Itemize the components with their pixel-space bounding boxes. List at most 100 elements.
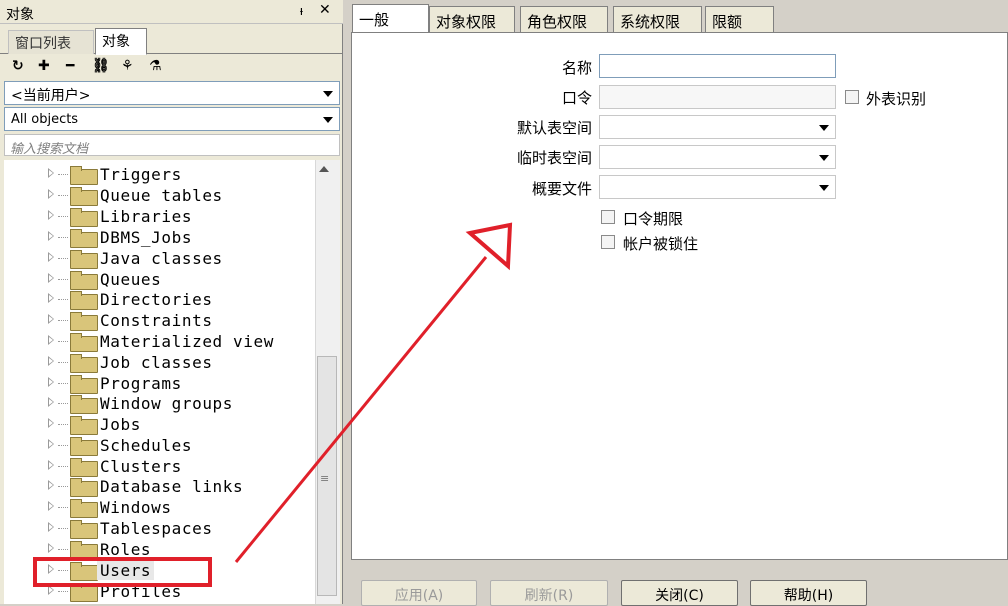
expand-icon[interactable]: [48, 335, 54, 345]
apply-button[interactable]: 应用(A): [361, 580, 477, 606]
panel-title: 对象: [6, 7, 34, 23]
filter-edit-icon[interactable]: ⚗: [149, 58, 162, 74]
folder-icon: [70, 583, 98, 602]
panel-header: 对象 ᵼ ✕: [0, 0, 343, 24]
tree-node-schedules[interactable]: Schedules: [4, 435, 315, 456]
remove-icon[interactable]: ━: [66, 58, 74, 74]
tree-node-label: Libraries: [100, 207, 193, 226]
tree-node-clusters[interactable]: Clusters: [4, 456, 315, 477]
expand-icon[interactable]: [48, 273, 54, 283]
tab-quotas[interactable]: 限额: [705, 6, 774, 32]
default-tablespace-select[interactable]: [599, 115, 836, 139]
expand-icon[interactable]: [48, 231, 54, 241]
tab-general[interactable]: 一般: [352, 4, 429, 33]
general-tab-page: [351, 32, 1008, 560]
search-input[interactable]: 输入搜索文档: [4, 134, 340, 157]
expand-icon[interactable]: [48, 293, 54, 303]
profile-label: 概要文件: [531, 180, 592, 198]
tree-node-label: Queues: [100, 270, 162, 289]
tree-node-libraries[interactable]: Libraries: [4, 206, 315, 227]
password-input[interactable]: [599, 85, 836, 109]
account-locked-checkbox[interactable]: [601, 235, 615, 249]
tree-node-queues[interactable]: Queues: [4, 269, 315, 290]
folder-icon: [70, 271, 98, 290]
tree-node-queue-tables[interactable]: Queue tables: [4, 185, 315, 206]
refresh-icon[interactable]: ↻: [12, 58, 24, 74]
panel-tabs: 窗口列表 对象: [0, 24, 343, 55]
tree-node-label: Windows: [100, 498, 172, 517]
pin-icon[interactable]: ᵼ: [300, 3, 303, 19]
user-select[interactable]: <当前用户>: [4, 81, 340, 105]
tab-object-privileges[interactable]: 对象权限: [429, 6, 515, 32]
scroll-up-icon[interactable]: [319, 166, 329, 172]
temp-tablespace-label: 临时表空间: [516, 149, 592, 167]
folder-icon: [70, 229, 98, 248]
tree-node-triggers[interactable]: Triggers: [4, 164, 315, 185]
tree-node-tablespaces[interactable]: Tablespaces: [4, 518, 315, 539]
folder-icon: [70, 395, 98, 414]
tree-node-label: Queue tables: [100, 186, 223, 205]
tree-node-label: Clusters: [100, 457, 182, 476]
tree-node-label: Directories: [100, 290, 213, 309]
tree-node-windows[interactable]: Windows: [4, 497, 315, 518]
scroll-grip-icon: ≡: [320, 472, 330, 485]
expand-icon[interactable]: [48, 439, 54, 449]
tree-node-window-groups[interactable]: Window groups: [4, 393, 315, 414]
folder-icon: [70, 478, 98, 497]
expand-icon[interactable]: [48, 480, 54, 490]
profile-select[interactable]: [599, 175, 836, 199]
expand-icon[interactable]: [48, 189, 54, 199]
expand-icon[interactable]: [48, 314, 54, 324]
tree-node-materialized-view[interactable]: Materialized view: [4, 331, 315, 352]
user-select-value: <当前用户>: [11, 88, 91, 104]
expand-icon[interactable]: [48, 168, 54, 178]
object-toolbar: ↻ ✚ ━ ⛓ ⚘ ⚗: [0, 56, 343, 80]
help-button[interactable]: 帮助(H): [750, 580, 867, 606]
external-checkbox[interactable]: [845, 90, 859, 104]
tab-window-list[interactable]: 窗口列表: [8, 30, 94, 54]
close-icon[interactable]: ✕: [319, 2, 331, 18]
expand-icon[interactable]: [48, 418, 54, 428]
temp-tablespace-select[interactable]: [599, 145, 836, 169]
filter-icon[interactable]: ⚘: [121, 58, 134, 74]
tab-system-privileges[interactable]: 系统权限: [613, 6, 702, 32]
expand-icon[interactable]: [48, 522, 54, 532]
tree-node-label: Triggers: [100, 165, 182, 184]
password-expire-checkbox[interactable]: [601, 210, 615, 224]
expand-icon[interactable]: [48, 397, 54, 407]
expand-icon[interactable]: [48, 210, 54, 220]
tab-role-privileges[interactable]: 角色权限: [520, 6, 608, 32]
folder-icon: [70, 291, 98, 310]
tree-node-label: Programs: [100, 374, 182, 393]
object-type-select[interactable]: All objects: [4, 107, 340, 131]
tree-node-job-classes[interactable]: Job classes: [4, 352, 315, 373]
folder-icon: [70, 354, 98, 373]
expand-icon[interactable]: [48, 377, 54, 387]
expand-icon[interactable]: [48, 460, 54, 470]
tree-node-label: Jobs: [100, 415, 141, 434]
expand-icon[interactable]: [48, 356, 54, 366]
name-input[interactable]: [599, 54, 836, 78]
close-button[interactable]: 关闭(C): [621, 580, 738, 606]
tree-node-jobs[interactable]: Jobs: [4, 414, 315, 435]
expand-icon[interactable]: [48, 252, 54, 262]
tree-node-label: Schedules: [100, 436, 193, 455]
name-label: 名称: [561, 59, 592, 77]
tree-node-database-links[interactable]: Database links: [4, 476, 315, 497]
tree-node-directories[interactable]: Directories: [4, 289, 315, 310]
expand-icon[interactable]: [48, 501, 54, 511]
tab-objects[interactable]: 对象: [95, 28, 147, 55]
add-icon[interactable]: ✚: [38, 58, 50, 74]
find-icon[interactable]: ⛓: [92, 58, 110, 74]
tree-node-programs[interactable]: Programs: [4, 373, 315, 394]
expand-icon[interactable]: [48, 543, 54, 553]
default-tablespace-label: 默认表空间: [516, 119, 592, 137]
tree-node-dbms-jobs[interactable]: DBMS_Jobs: [4, 227, 315, 248]
refresh-button[interactable]: 刷新(R): [490, 580, 608, 606]
external-label: 外表识别: [866, 90, 927, 108]
folder-icon: [70, 208, 98, 227]
tree-node-java-classes[interactable]: Java classes: [4, 248, 315, 269]
tree-node-label: Java classes: [100, 249, 223, 268]
account-locked-label: 帐户被锁住: [623, 235, 699, 253]
tree-node-constraints[interactable]: Constraints: [4, 310, 315, 331]
